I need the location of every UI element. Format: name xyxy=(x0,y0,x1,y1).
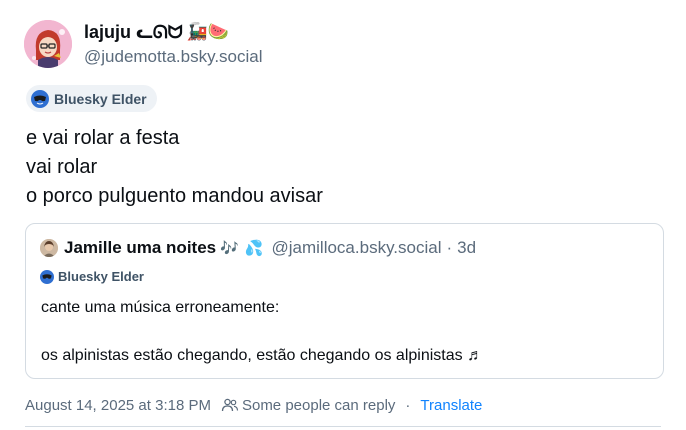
post-text: e vai rolar a festa vai rolar o porco pu… xyxy=(26,124,323,211)
quoted-author-avatar[interactable] xyxy=(40,239,58,257)
quoted-header-separator: · xyxy=(446,238,453,257)
post-footer: August 14, 2025 at 3:18 PM Some people c… xyxy=(25,396,482,414)
quoted-text-line: cante uma música erroneamente: xyxy=(41,299,280,316)
quoted-post-header: Jamille uma noites 🎶 💦 @jamilloca.bsky.s… xyxy=(40,238,476,258)
post-text-line: vai rolar xyxy=(26,156,98,178)
quoted-post[interactable]: Jamille uma noites 🎶 💦 @jamilloca.bsky.s… xyxy=(25,223,664,379)
bluesky-elder-badge[interactable]: Bluesky Elder xyxy=(26,85,157,112)
sweat-droplets-emoji: 💦 xyxy=(244,239,264,257)
display-name-text: lajuju ᓚᘏᗢ xyxy=(84,21,183,42)
woman-portrait-avatar-icon xyxy=(40,239,58,257)
display-name-emojis: 🚂🍉 xyxy=(186,21,229,42)
post-header: lajuju ᓚᘏᗢ 🚂🍉 @judemotta.bsky.social xyxy=(24,20,263,68)
footer-divider xyxy=(25,426,661,427)
quoted-badge-label: Bluesky Elder xyxy=(58,269,144,284)
reply-setting[interactable]: Some people can reply xyxy=(242,397,395,414)
music-notes-emoji: 🎶 xyxy=(220,239,239,257)
cartoon-girl-avatar-icon xyxy=(24,20,72,68)
author-avatar[interactable] xyxy=(24,20,72,68)
quoted-author-name[interactable]: Jamille uma noites xyxy=(64,238,216,258)
people-icon xyxy=(221,398,239,412)
quoted-author-handle[interactable]: @jamilloca.bsky.social xyxy=(272,238,442,258)
translate-link[interactable]: Translate xyxy=(420,397,482,414)
quoted-post-time[interactable]: 3d xyxy=(457,238,476,258)
footer-separator: · xyxy=(405,396,411,414)
author-display-name[interactable]: lajuju ᓚᘏᗢ 🚂🍉 xyxy=(84,21,263,43)
quoted-post-text: cante uma música erroneamente: os alpini… xyxy=(41,296,483,368)
post-text-line: e vai rolar a festa xyxy=(26,127,180,149)
butterfly-sunglasses-icon xyxy=(40,269,54,284)
author-names: lajuju ᓚᘏᗢ 🚂🍉 @judemotta.bsky.social xyxy=(84,21,263,68)
quoted-text-blank-line xyxy=(41,320,483,344)
post-container: lajuju ᓚᘏᗢ 🚂🍉 @judemotta.bsky.social Blu… xyxy=(0,0,686,430)
post-text-line: o porco pulguento mandou avisar xyxy=(26,185,323,207)
quoted-bluesky-elder-badge[interactable]: Bluesky Elder xyxy=(40,269,144,284)
author-handle[interactable]: @judemotta.bsky.social xyxy=(84,46,263,68)
quoted-text-line: os alpinistas estão chegando, estão cheg… xyxy=(41,347,484,364)
badge-label: Bluesky Elder xyxy=(54,90,147,107)
butterfly-sunglasses-icon xyxy=(31,89,49,108)
post-timestamp[interactable]: August 14, 2025 at 3:18 PM xyxy=(25,397,211,414)
